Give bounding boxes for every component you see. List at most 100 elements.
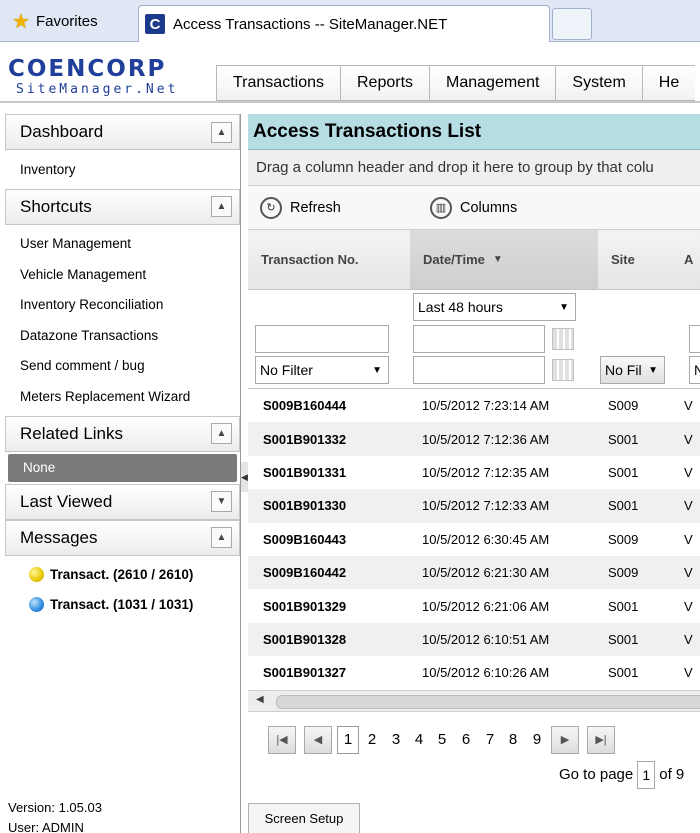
sidebar-item-inventory-reconciliation[interactable]: Inventory Reconciliation <box>5 290 240 321</box>
chevron-up-icon[interactable]: ▲ <box>211 121 232 143</box>
cell-extra: V <box>684 431 693 447</box>
calendar-icon[interactable] <box>552 359 574 381</box>
sidebar-section-messages[interactable]: Messages ▲ <box>5 519 240 556</box>
sidebar-item-inventory[interactable]: Inventory <box>5 154 240 185</box>
section-title: Messages <box>20 527 98 547</box>
nav-transactions[interactable]: Transactions <box>216 65 340 101</box>
cell-extra: V <box>684 464 693 480</box>
sidebar-section-last-viewed[interactable]: Last Viewed ▼ <box>5 483 240 520</box>
column-header-transaction-no[interactable]: Transaction No. <box>248 230 410 289</box>
date-to-input[interactable] <box>413 356 545 384</box>
chevron-down-icon[interactable]: ▼ <box>211 491 232 512</box>
nav-help[interactable]: He <box>641 65 696 101</box>
first-page-button[interactable]: |◀ <box>268 725 296 754</box>
sidebar-item-none[interactable]: None <box>8 453 237 482</box>
calendar-icon[interactable] <box>552 328 574 350</box>
horizontal-scrollbar[interactable]: ◀ <box>248 689 700 712</box>
page-number[interactable]: 2 <box>361 726 383 754</box>
columns-button[interactable]: ▥ Columns <box>430 196 518 219</box>
dropdown-arrow-icon: ▼ <box>372 364 382 376</box>
main-panel: Access Transactions List Drag a column h… <box>248 114 700 833</box>
nav-system[interactable]: System <box>555 65 642 101</box>
browser-tab-title: Access Transactions -- SiteManager.NET <box>173 15 448 33</box>
top-navigation: Transactions Reports Management System H… <box>216 65 696 101</box>
goto-page-input[interactable]: 1 <box>637 760 656 789</box>
page-number[interactable]: 7 <box>479 726 501 754</box>
coencorp-logo[interactable]: COENCORP SiteManager.Net <box>8 56 208 98</box>
scrollbar-thumb[interactable] <box>276 694 700 709</box>
group-by-drop-zone[interactable]: Drag a column header and drop it here to… <box>248 150 700 186</box>
sidebar-item-datazone-transactions[interactable]: Datazone Transactions <box>5 320 240 351</box>
prev-page-button[interactable]: ◀ <box>304 725 332 754</box>
page-number[interactable]: 9 <box>526 726 548 754</box>
table-row[interactable]: S001B901329 10/5/2012 6:21:06 AM S001 V <box>248 589 700 622</box>
sidebar-item-send-comment[interactable]: Send comment / bug <box>5 351 240 382</box>
columns-label: Columns <box>460 199 518 216</box>
page-number[interactable]: 6 <box>455 726 477 754</box>
page-number-current[interactable]: 1 <box>337 725 359 754</box>
transaction-no-filter-input[interactable] <box>255 325 389 353</box>
last-page-button[interactable]: ▶| <box>587 725 615 754</box>
column-header-date-time[interactable]: Date/Time ▼ <box>410 230 598 289</box>
table-row[interactable]: S001B901328 10/5/2012 6:10:51 AM S001 V <box>248 622 700 657</box>
grid-body: S009B160444 10/5/2012 7:23:14 AM S009 V S00… <box>248 389 700 690</box>
new-tab-button[interactable] <box>552 8 592 40</box>
favorites-button[interactable]: ★ Favorites <box>4 6 134 36</box>
column-header-next[interactable]: A <box>684 230 700 289</box>
cell-extra: V <box>684 498 693 514</box>
chevron-up-icon[interactable]: ▲ <box>211 527 232 548</box>
cell-extra: V <box>684 531 693 547</box>
page-number[interactable]: 5 <box>431 726 453 754</box>
refresh-button[interactable]: ↻ Refresh <box>260 196 420 219</box>
scroll-left-icon[interactable]: ◀ <box>256 694 264 705</box>
column-header-site[interactable]: Site <box>598 230 684 289</box>
date-range-select[interactable]: Last 48 hours ▼ <box>413 293 576 321</box>
cell-site: S009 <box>608 565 639 581</box>
message-label: Transact. (1031 / 1031) <box>50 597 194 612</box>
table-row[interactable]: S009B160444 10/5/2012 7:23:14 AM S009 V <box>248 389 700 422</box>
app-header: COENCORP SiteManager.Net Transactions Re… <box>0 43 700 103</box>
cell-date-time: 10/5/2012 7:23:14 AM <box>422 398 550 414</box>
extra-filter-select[interactable]: N <box>689 356 700 384</box>
browser-tab-active[interactable]: C Access Transactions -- SiteManager.NET <box>138 5 550 42</box>
table-row[interactable]: S001B901331 10/5/2012 7:12:35 AM S001 V <box>248 456 700 489</box>
message-item[interactable]: Transact. (1031 / 1031) <box>5 590 240 620</box>
cell-site: S009 <box>608 531 639 547</box>
sidebar-collapse-handle[interactable]: ◀ <box>241 462 248 492</box>
logo-main-text: COENCORP <box>8 56 167 82</box>
table-row[interactable]: S001B901330 10/5/2012 7:12:33 AM S001 V <box>248 489 700 523</box>
page-number[interactable]: 8 <box>502 726 524 754</box>
table-row[interactable]: S001B901332 10/5/2012 7:12:36 AM S001 V <box>248 422 700 456</box>
chevron-up-icon[interactable]: ▲ <box>211 423 232 444</box>
table-row[interactable]: S001B901327 10/5/2012 6:10:26 AM S001 V <box>248 656 700 689</box>
sidebar-section-shortcuts[interactable]: Shortcuts ▲ <box>5 188 240 225</box>
cell-site: S009 <box>608 398 639 414</box>
nav-reports[interactable]: Reports <box>340 65 430 101</box>
browser-tab-bar: ★ Favorites C Access Transactions -- Sit… <box>0 0 700 42</box>
extra-filter-input[interactable] <box>689 325 700 353</box>
next-page-button[interactable]: ▶ <box>551 725 579 754</box>
page-number[interactable]: 3 <box>385 726 407 754</box>
table-row[interactable]: S009B160442 10/5/2012 6:21:30 AM S009 V <box>248 555 700 590</box>
sidebar-item-meters-wizard[interactable]: Meters Replacement Wizard <box>5 381 240 412</box>
version-info: Version: 1.05.03 User: ADMIN <box>8 798 102 833</box>
sidebar-section-related-links[interactable]: Related Links ▲ <box>5 415 240 452</box>
date-from-input[interactable] <box>413 325 545 353</box>
sidebar-section-dashboard[interactable]: Dashboard ▲ <box>5 114 240 150</box>
cell-date-time: 10/5/2012 6:30:45 AM <box>422 531 550 547</box>
cell-date-time: 10/5/2012 6:21:30 AM <box>422 565 550 581</box>
sidebar-item-vehicle-management[interactable]: Vehicle Management <box>5 259 240 290</box>
chevron-up-icon[interactable]: ▲ <box>211 196 232 217</box>
screen-setup-tab[interactable]: Screen Setup <box>248 803 360 833</box>
site-filter-select[interactable]: No Fil ▼ <box>600 356 665 384</box>
refresh-label: Refresh <box>290 199 341 216</box>
section-title: Dashboard <box>20 122 104 141</box>
sidebar-item-user-management[interactable]: User Management <box>5 229 240 260</box>
logo-sub-text: SiteManager.Net <box>16 82 179 97</box>
cell-date-time: 10/5/2012 7:12:36 AM <box>422 431 550 447</box>
message-item[interactable]: Transact. (2610 / 2610) <box>5 560 240 590</box>
table-row[interactable]: S009B160443 10/5/2012 6:30:45 AM S009 V <box>248 523 700 556</box>
transaction-no-filter-select[interactable]: No Filter ▼ <box>255 356 389 384</box>
nav-management[interactable]: Management <box>429 65 556 101</box>
page-number[interactable]: 4 <box>408 726 430 754</box>
